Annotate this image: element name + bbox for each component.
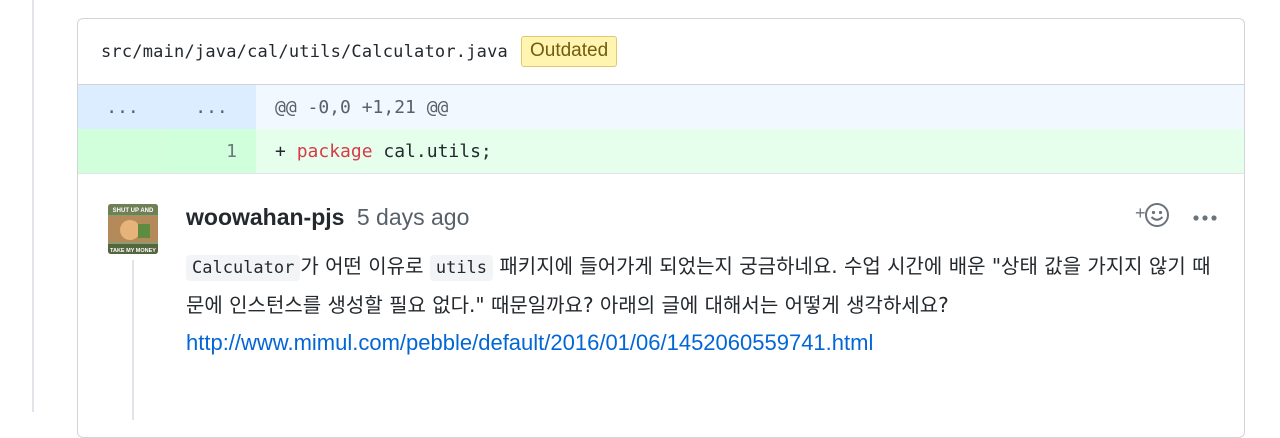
avatar-image: SHUT UP AND TAKE MY MONEY (108, 204, 158, 254)
expand-new-line-numbers[interactable]: ... (167, 85, 256, 129)
timestamp-link[interactable]: 5 days ago (357, 204, 470, 230)
kebab-horizontal-icon (1193, 214, 1217, 221)
author-link[interactable]: woowahan-pjs (186, 204, 344, 230)
smiley-plus-icon: + (1135, 203, 1169, 227)
old-line-number (78, 129, 167, 173)
inline-code: Calculator (186, 255, 301, 281)
file-header: src/main/java/cal/utils/Calculator.java … (78, 19, 1244, 85)
svg-text:+: + (1135, 203, 1146, 223)
diff-hunk-row: ... ... @@ -0,0 +1,21 @@ (78, 85, 1244, 129)
add-reaction-button[interactable]: + (1134, 202, 1170, 228)
code-keyword: package (296, 140, 373, 162)
avatar[interactable]: SHUT UP AND TAKE MY MONEY (108, 204, 158, 254)
new-line-number[interactable]: 1 (167, 129, 256, 173)
comment-header: woowahan-pjs 5 days ago (186, 204, 469, 231)
comment-body: Calculator 가 어떤 이유로 utils 패키지에 들어가게 되었는지 … (186, 248, 1226, 362)
comment-text: 가 어떤 이유로 (300, 254, 430, 278)
more-options-button[interactable] (1192, 203, 1218, 228)
review-thread-card: src/main/java/cal/utils/Calculator.java … (77, 18, 1245, 438)
inline-code: utils (429, 255, 494, 281)
code-line: + package cal.utils; (256, 129, 492, 173)
svg-text:SHUT UP AND: SHUT UP AND (113, 208, 154, 214)
code-text: cal.utils; (372, 140, 492, 162)
diff-prefix: + (275, 140, 297, 162)
expand-old-line-numbers[interactable]: ... (78, 85, 167, 129)
comment-actions: + (1134, 202, 1218, 228)
hunk-header: @@ -0,0 +1,21 @@ (275, 96, 449, 118)
timeline-line (32, 0, 34, 412)
file-path-link[interactable]: src/main/java/cal/utils/Calculator.java (101, 42, 508, 62)
review-comment: SHUT UP AND TAKE MY MONEY woowahan-pjs 5… (78, 173, 1244, 420)
diff-added-line: 1 + package cal.utils; (78, 129, 1244, 173)
reference-link[interactable]: http://www.mimul.com/pebble/default/2016… (186, 330, 873, 355)
outdated-badge: Outdated (520, 36, 618, 67)
svg-text:TAKE MY MONEY: TAKE MY MONEY (110, 248, 156, 254)
thread-line (132, 260, 134, 420)
